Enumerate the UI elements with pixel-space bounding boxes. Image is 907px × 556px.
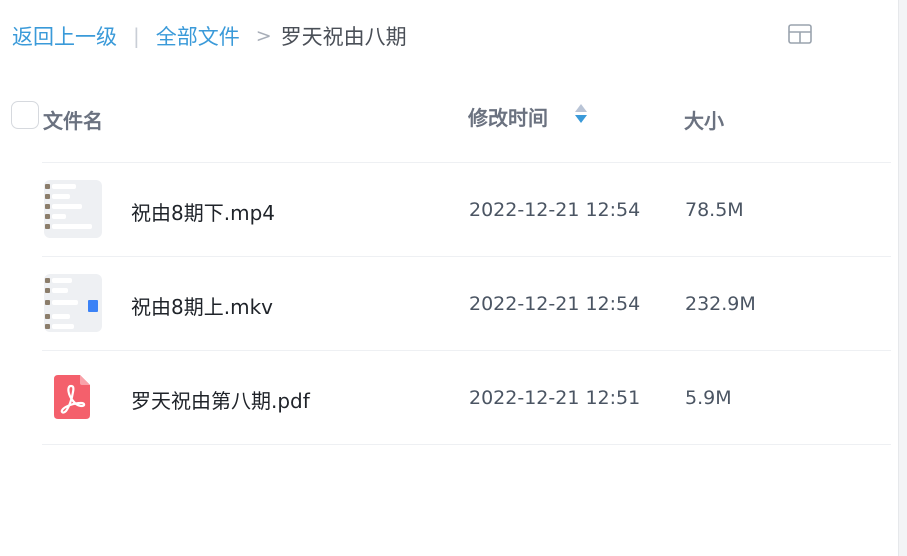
video-thumbnail — [44, 274, 102, 332]
thumb-line — [52, 288, 68, 293]
file-modified: 2022-12-21 12:54 — [469, 199, 641, 221]
file-browser: 返回上一级 | 全部文件 > 罗天祝由八期 文件名 修改时间 大小 祝由8期下.… — [0, 0, 907, 556]
file-list: 祝由8期下.mp4 2022-12-21 12:54 78.5M 祝由8期上.m… — [42, 162, 891, 445]
thumb-line — [52, 278, 72, 283]
breadcrumb-separator: | — [133, 24, 140, 48]
thumb-avatar — [45, 214, 50, 219]
thumb-line — [52, 194, 70, 199]
file-size: 78.5M — [685, 199, 744, 221]
breadcrumb: 返回上一级 | 全部文件 > 罗天祝由八期 — [12, 20, 407, 52]
column-header-size[interactable]: 大小 — [684, 105, 724, 134]
thumb-avatar — [45, 300, 50, 305]
scrollbar-track[interactable] — [898, 0, 907, 556]
file-modified: 2022-12-21 12:51 — [469, 387, 641, 409]
all-files-link[interactable]: 全部文件 — [156, 21, 240, 51]
file-name[interactable]: 罗天祝由第八期.pdf — [131, 385, 310, 414]
breadcrumb-arrow: > — [255, 25, 272, 47]
table-row[interactable]: 罗天祝由第八期.pdf 2022-12-21 12:51 5.9M — [42, 351, 891, 445]
thumb-avatar — [45, 204, 50, 209]
file-size: 5.9M — [685, 387, 732, 409]
thumb-line — [52, 300, 78, 305]
pdf-icon — [54, 375, 90, 419]
thumb-line — [52, 224, 92, 229]
doc-icon — [88, 300, 98, 312]
thumb-line — [52, 324, 74, 329]
select-all-checkbox[interactable] — [11, 101, 39, 129]
thumb-avatar — [45, 288, 50, 293]
back-link[interactable]: 返回上一级 — [12, 21, 117, 51]
thumb-line — [52, 184, 76, 189]
file-name[interactable]: 祝由8期下.mp4 — [131, 197, 275, 226]
thumb-avatar — [45, 324, 50, 329]
table-row[interactable]: 祝由8期上.mkv 2022-12-21 12:54 232.9M — [42, 257, 891, 351]
thumb-line — [52, 314, 70, 319]
thumb-avatar — [45, 278, 50, 283]
thumb-avatar — [45, 184, 50, 189]
grid-view-icon[interactable] — [788, 24, 812, 44]
file-size: 232.9M — [685, 293, 756, 315]
thumb-avatar — [45, 224, 50, 229]
thumb-avatar — [45, 194, 50, 199]
column-header-name[interactable]: 文件名 — [43, 105, 103, 134]
thumb-line — [52, 204, 82, 209]
table-row[interactable]: 祝由8期下.mp4 2022-12-21 12:54 78.5M — [42, 163, 891, 257]
thumb-avatar — [45, 314, 50, 319]
current-folder: 罗天祝由八期 — [280, 25, 407, 49]
file-modified: 2022-12-21 12:54 — [469, 293, 641, 315]
video-thumbnail — [44, 180, 102, 238]
thumb-line — [52, 214, 66, 219]
column-header-modified[interactable]: 修改时间 — [468, 102, 548, 131]
sort-arrows-icon[interactable] — [574, 102, 588, 126]
file-name[interactable]: 祝由8期上.mkv — [131, 291, 273, 320]
table-header: 文件名 修改时间 大小 — [0, 96, 895, 140]
